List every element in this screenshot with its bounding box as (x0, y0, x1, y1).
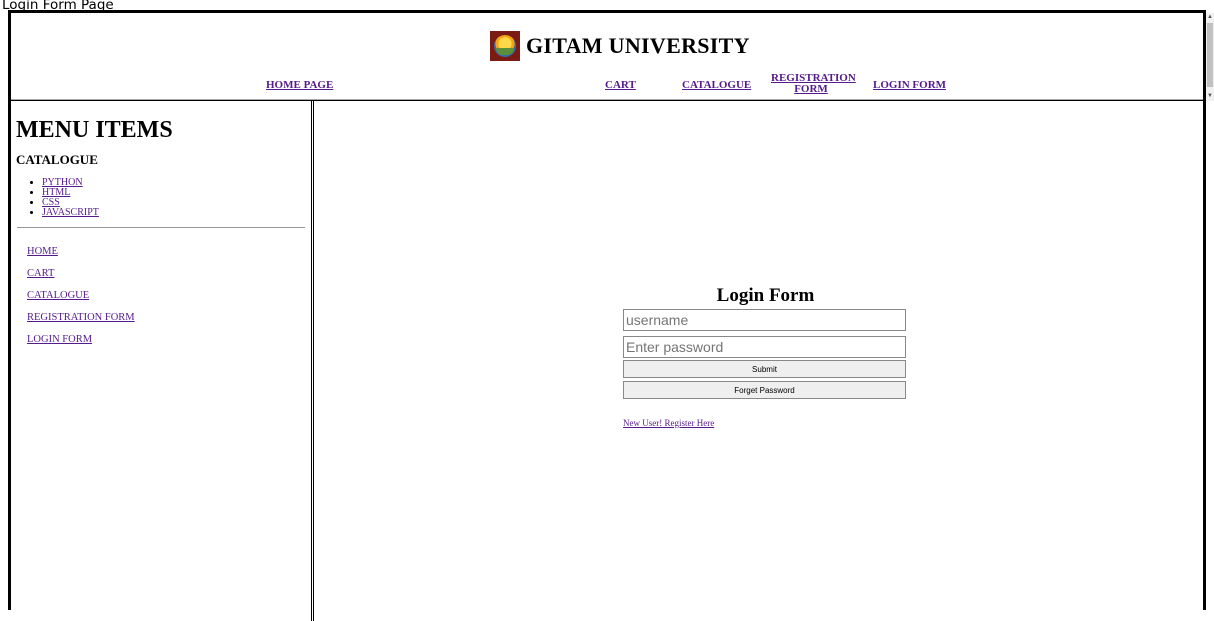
header-inner: GITAM UNIVERSITY HOME PAGE CART CATALOGU… (11, 13, 1203, 100)
catalogue-heading: CATALOGUE (16, 152, 98, 167)
scroll-up-icon[interactable]: ▲ (1207, 14, 1213, 20)
catalogue-link-javascript[interactable]: JAVASCRIPT (42, 207, 99, 218)
header-frame: GITAM UNIVERSITY HOME PAGE CART CATALOGU… (11, 13, 1214, 101)
nav-home-page[interactable]: HOME PAGE (266, 80, 333, 91)
brand: GITAM UNIVERSITY (490, 31, 750, 61)
login-title: Login Form (716, 285, 815, 306)
catalogue-list: PYTHON HTML CSS JAVASCRIPT (27, 178, 99, 218)
nav-registration-line2: FORM (794, 83, 828, 95)
header-scrollbar[interactable]: ▲ ▼ (1206, 13, 1214, 101)
list-item: JAVASCRIPT (42, 208, 99, 218)
site-title: GITAM UNIVERSITY (526, 33, 750, 58)
nav-catalogue[interactable]: CATALOGUE (682, 80, 751, 91)
username-input[interactable] (623, 309, 906, 331)
menu-heading: MENU ITEMS (16, 117, 173, 143)
nav-cart[interactable]: CART (605, 80, 636, 91)
submit-button[interactable]: Submit (623, 360, 906, 378)
scrollbar-thumb[interactable] (1207, 23, 1213, 87)
sidebar-link-home[interactable]: HOME (27, 246, 58, 257)
sidebar-link-cart[interactable]: CART (27, 268, 54, 279)
sidebar-divider (17, 227, 305, 228)
register-link[interactable]: New User! Register Here (623, 418, 714, 428)
page-frame: GITAM UNIVERSITY HOME PAGE CART CATALOGU… (8, 10, 1214, 621)
nav-login-form[interactable]: LOGIN FORM (873, 80, 946, 91)
forget-password-button[interactable]: Forget Password (623, 381, 906, 399)
sidebar-link-registration-form[interactable]: REGISTRATION FORM (27, 312, 135, 323)
sidebar: MENU ITEMS CATALOGUE PYTHON HTML CSS JAV… (11, 101, 314, 621)
scroll-down-icon[interactable]: ▼ (1207, 93, 1213, 99)
sidebar-link-login-form[interactable]: LOGIN FORM (27, 334, 92, 345)
nav-registration-form[interactable]: REGISTRATION FORM (771, 73, 856, 95)
password-input[interactable] (623, 336, 906, 358)
sidebar-link-catalogue[interactable]: CATALOGUE (27, 290, 89, 301)
gitam-logo-icon (490, 31, 520, 61)
